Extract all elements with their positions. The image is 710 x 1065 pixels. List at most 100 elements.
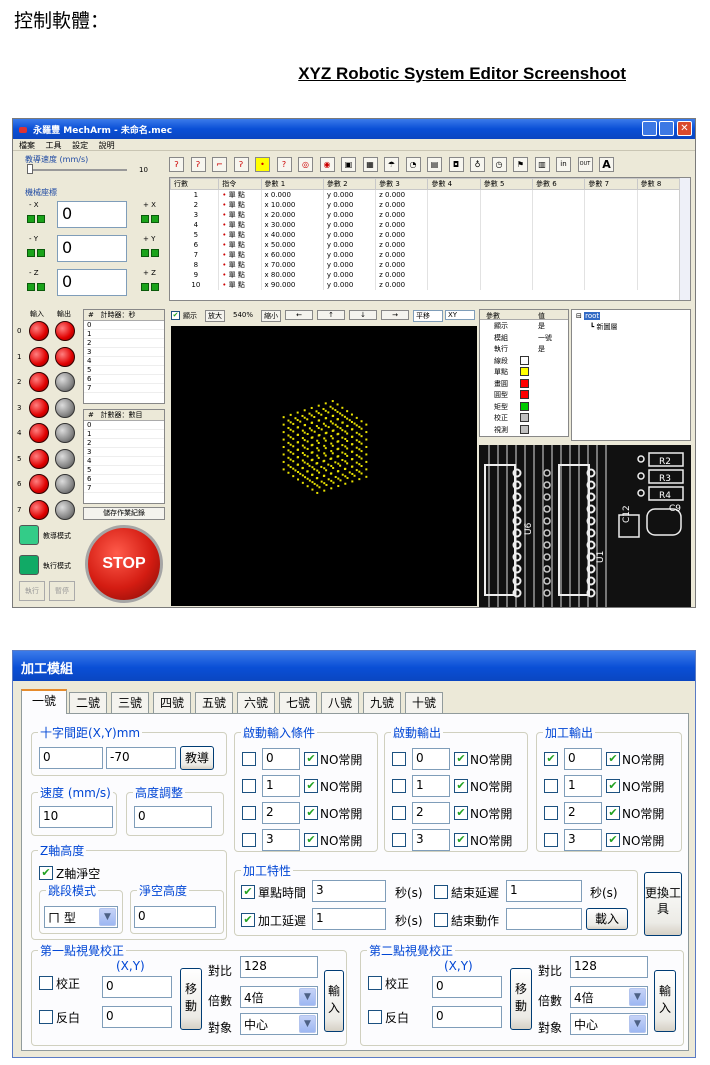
table-header[interactable]: 參數 2	[322, 178, 377, 190]
property-row[interactable]: 矩型	[480, 401, 568, 413]
start_output-port-input[interactable]: 2	[412, 802, 450, 824]
tool-point-icon[interactable]: •	[255, 157, 270, 172]
property-row[interactable]: 線段	[480, 355, 568, 367]
tab-7[interactable]: 七號	[279, 692, 317, 713]
output-led[interactable]	[55, 397, 75, 418]
tool-target-icon[interactable]: ◉	[319, 157, 335, 172]
vision-1-move-button[interactable]: 移動	[180, 968, 202, 1030]
plus-z-button[interactable]	[141, 281, 161, 291]
output-led[interactable]	[55, 346, 75, 367]
tree-root[interactable]: ⊟ root	[572, 310, 690, 322]
save-log-button[interactable]: 儲存作業紀錄	[83, 507, 165, 520]
property-row[interactable]: 圓型	[480, 389, 568, 401]
chevron-down-icon[interactable]: ▼	[299, 1015, 316, 1033]
pan-left-button[interactable]: ←	[285, 310, 313, 320]
cross-y-input[interactable]: -70	[106, 747, 176, 769]
point-time-input[interactable]: 3	[312, 880, 386, 902]
show-checkbox[interactable]: ✔	[171, 311, 180, 320]
output-led[interactable]	[55, 372, 75, 392]
end-action-input[interactable]	[506, 908, 582, 930]
timer-list[interactable]: # 計時器：秒 01234567	[83, 309, 165, 404]
tab-4[interactable]: 四號	[153, 692, 191, 713]
table-row[interactable]: 4 • 單 點x 30.000 y 0.000 z 0.000	[170, 220, 690, 230]
start_output-enable-checkbox[interactable]	[392, 752, 406, 766]
property-row[interactable]: 單點	[480, 366, 568, 378]
property-row[interactable]: 視測	[480, 424, 568, 436]
color-swatch[interactable]	[520, 413, 529, 422]
zoom-out-button[interactable]: 縮小	[261, 310, 281, 322]
proc_output-enable-checkbox[interactable]	[544, 833, 558, 847]
vision-1-y-input[interactable]: 0	[102, 1006, 172, 1028]
property-row[interactable]: 模組 一號	[480, 332, 568, 344]
property-row[interactable]: 顯示 是	[480, 320, 568, 332]
start_input-port-input[interactable]: 0	[262, 748, 300, 770]
start_output-enable-checkbox[interactable]	[392, 779, 406, 793]
table-row[interactable]: 1 • 單 點x 0.000 y 0.000 z 0.000	[170, 189, 690, 200]
table-row[interactable]: 3 • 單 點x 20.000 y 0.000 z 0.000	[170, 210, 690, 220]
run-button[interactable]: 執行	[19, 581, 45, 601]
tab-2[interactable]: 二號	[69, 692, 107, 713]
proc-delay-input[interactable]: 1	[312, 908, 386, 930]
tab-6[interactable]: 六號	[237, 692, 275, 713]
layer-tree[interactable]: ⊟ root ┗ 新圖層	[571, 309, 691, 441]
plane-select[interactable]: XY	[445, 310, 475, 320]
chevron-down-icon[interactable]: ▼	[299, 988, 316, 1006]
table-header[interactable]: 參數 7	[584, 178, 638, 190]
vision-2-target-select[interactable]: 中心 ▼	[570, 1013, 648, 1035]
tool-out-button[interactable]: OUT	[577, 157, 593, 172]
start_output-no-checkbox[interactable]: ✔	[454, 752, 468, 766]
end-action-checkbox[interactable]	[434, 913, 448, 927]
tool-arc-icon[interactable]: ⌐	[212, 157, 227, 172]
tool-bulb-icon[interactable]: ♁	[470, 157, 485, 172]
vision-2-contrast-input[interactable]: 128	[570, 956, 648, 978]
output-led[interactable]	[55, 474, 75, 494]
proc_output-enable-checkbox[interactable]: ✔	[544, 752, 558, 766]
proc_output-no-checkbox[interactable]: ✔	[606, 779, 620, 793]
load-button[interactable]: 載入	[586, 908, 628, 930]
chevron-down-icon[interactable]: ▼	[629, 988, 646, 1006]
menu-file[interactable]: 檔案	[19, 141, 35, 150]
tool-doc-icon[interactable]: ▤	[427, 157, 442, 172]
start_output-no-checkbox[interactable]: ✔	[454, 833, 468, 847]
vision-2-calib-checkbox[interactable]	[368, 976, 382, 990]
table-header[interactable]: 參數 4	[427, 178, 481, 190]
color-swatch[interactable]	[520, 367, 529, 376]
program-table[interactable]: 行數 指令 參數 1 參數 2 參數 3 參數 4 參數 5 參數 6 參數 7 參數 8 1 • …	[169, 177, 691, 301]
start_input-port-input[interactable]: 2	[262, 802, 300, 824]
end-delay-input[interactable]: 1	[506, 880, 582, 902]
vision-1-mult-select[interactable]: 4倍 ▼	[240, 986, 318, 1008]
minimize-icon[interactable]	[642, 121, 657, 136]
tool-text-button[interactable]: A	[599, 157, 614, 172]
vision-1-invert-checkbox[interactable]	[39, 1010, 53, 1024]
property-row[interactable]: 執行 是	[480, 343, 568, 355]
vision-2-invert-checkbox[interactable]	[368, 1010, 382, 1024]
start_input-no-checkbox[interactable]: ✔	[304, 833, 318, 847]
table-header[interactable]: 參數 3	[375, 178, 429, 190]
vision-1-x-input[interactable]: 0	[102, 976, 172, 998]
minus-x-button[interactable]	[27, 213, 47, 223]
table-header[interactable]: 參數 1	[260, 178, 324, 190]
start_output-port-input[interactable]: 3	[412, 829, 450, 851]
zoom-in-button[interactable]: 放大	[205, 310, 225, 322]
vision-2-move-button[interactable]: 移動	[510, 968, 532, 1030]
table-row[interactable]: 8 • 單 點x 70.000 y 0.000 z 0.000	[170, 260, 690, 270]
tool-rect-icon[interactable]: ▣	[341, 157, 356, 172]
pan-select[interactable]: 平移	[413, 310, 443, 322]
tool-flag-icon[interactable]: ⚑	[513, 157, 528, 172]
clear-height-input[interactable]: 0	[134, 906, 216, 928]
chevron-down-icon[interactable]: ▼	[629, 1015, 646, 1033]
tab-5[interactable]: 五號	[195, 692, 233, 713]
property-row[interactable]: 畫圓	[480, 378, 568, 390]
speed-input[interactable]: 10	[39, 806, 113, 828]
tab-1[interactable]: 一號	[21, 689, 67, 714]
run-mode-button[interactable]	[19, 555, 39, 575]
proc_output-no-checkbox[interactable]: ✔	[606, 833, 620, 847]
property-row[interactable]: 校正	[480, 412, 568, 424]
start_input-enable-checkbox[interactable]	[242, 779, 256, 793]
teach-button[interactable]: 教導	[180, 746, 214, 770]
tool-table-icon[interactable]: ▥	[534, 157, 550, 172]
start_input-enable-checkbox[interactable]	[242, 833, 256, 847]
end-delay-checkbox[interactable]	[434, 885, 448, 899]
tool-circle-icon[interactable]: ◎	[298, 157, 313, 172]
vision-1-input-button[interactable]: 輸入	[324, 970, 344, 1032]
